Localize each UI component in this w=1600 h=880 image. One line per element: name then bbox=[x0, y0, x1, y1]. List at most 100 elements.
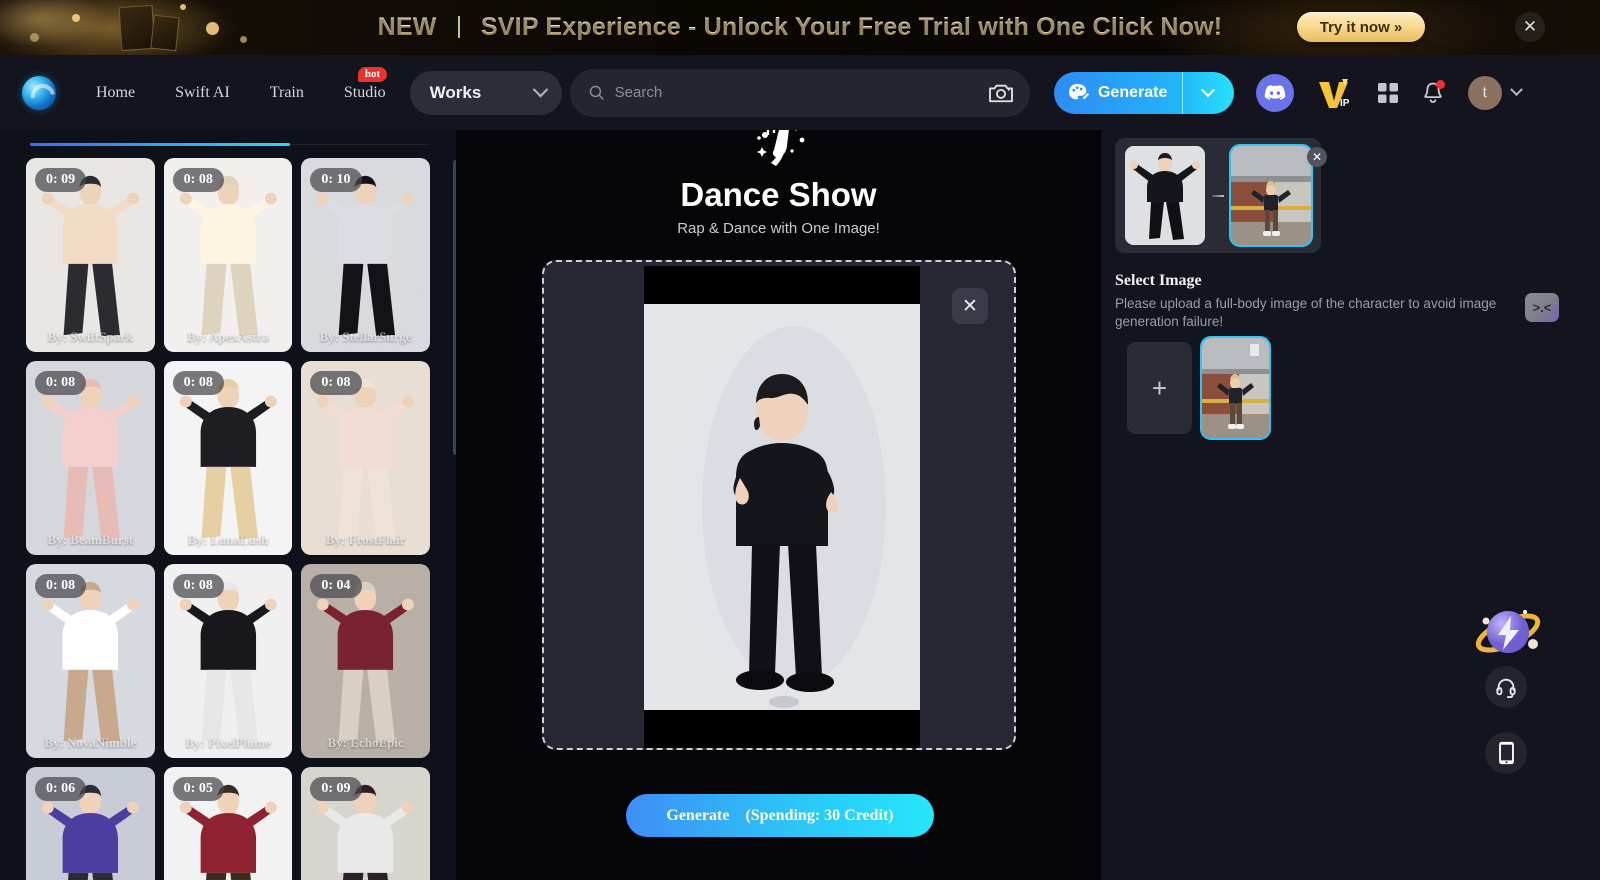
generate-button-label: Generate bbox=[1097, 83, 1168, 101]
search-icon bbox=[589, 85, 604, 100]
image-upload-dropzone[interactable]: ✕ bbox=[542, 260, 1016, 750]
notification-badge-dot bbox=[1435, 79, 1445, 89]
right-settings-panel: ✕ Select Image Please upload a full-body… bbox=[1101, 130, 1600, 880]
tab-progress-indicator bbox=[30, 143, 290, 146]
collapse-panel-icon[interactable]: >.< bbox=[1525, 293, 1559, 322]
gallery-card[interactable]: 0: 09 bbox=[301, 767, 430, 880]
gallery-card[interactable]: 0: 10 By: StellarSurge bbox=[301, 158, 430, 352]
gallery-card-duration: 0: 08 bbox=[310, 371, 362, 395]
banner-decoration bbox=[30, 33, 39, 42]
gallery-card[interactable]: 0: 06 bbox=[26, 767, 155, 880]
uploaded-image-preview bbox=[644, 266, 920, 748]
select-image-title: Select Image bbox=[1115, 272, 1202, 289]
brand-logo-icon[interactable] bbox=[22, 75, 56, 110]
selected-image-preview bbox=[1202, 338, 1269, 438]
gallery-card-author: By: LunaLush bbox=[187, 532, 269, 547]
banner-divider bbox=[457, 16, 460, 38]
apps-grid-button[interactable] bbox=[1376, 81, 1400, 105]
gallery-card[interactable]: 0: 08 By: NovaNimble bbox=[26, 564, 155, 758]
search-input[interactable] bbox=[614, 84, 988, 101]
selected-image-thumbnail[interactable] bbox=[1200, 336, 1271, 440]
banner-text: NEW SVIP Experience - Unlock Your Free T… bbox=[378, 13, 1223, 42]
gallery-card-duration: 0: 06 bbox=[35, 777, 87, 801]
center-panel: Dance Show Rap & Dance with One Image! ✕… bbox=[456, 130, 1101, 880]
reference-source-image bbox=[1125, 146, 1205, 245]
svg-text:IP: IP bbox=[1340, 98, 1350, 109]
chevron-down-icon bbox=[532, 81, 548, 98]
gallery-grid: 0: 09 By: SwiftSpark 0: 08 By: ApexAstra 0: … bbox=[0, 158, 456, 880]
works-dropdown-label: Works bbox=[429, 82, 482, 102]
vip-button[interactable]: IP bbox=[1316, 77, 1354, 109]
banner-try-it-now-button[interactable]: Try it now » bbox=[1297, 12, 1425, 42]
gallery-card[interactable]: 0: 09 By: SwiftSpark bbox=[26, 158, 155, 352]
arrow-right-icon bbox=[1212, 194, 1224, 197]
discord-icon bbox=[1255, 73, 1294, 112]
hot-badge: hot bbox=[357, 66, 388, 82]
banner-decoration bbox=[180, 4, 186, 10]
page-title: Dance Show bbox=[680, 176, 877, 213]
gallery-card[interactable]: 0: 08 By: ApexAstra bbox=[163, 158, 293, 352]
gallery-card-author: By: PixelPlume bbox=[185, 735, 271, 750]
reference-close-icon[interactable]: ✕ bbox=[1307, 147, 1327, 167]
gallery-panel: 0: 09 By: SwiftSpark 0: 08 By: ApexAstra 0: … bbox=[0, 130, 456, 880]
chevron-down-icon[interactable] bbox=[1509, 83, 1523, 97]
nav-link-studio[interactable]: Studio hot bbox=[343, 66, 388, 102]
add-image-button[interactable]: + bbox=[1127, 342, 1192, 434]
discord-button[interactable] bbox=[1255, 73, 1294, 112]
banner-close-icon[interactable]: ✕ bbox=[1515, 12, 1545, 42]
gallery-card[interactable]: 0: 08 By: LunaLush bbox=[163, 361, 293, 555]
works-dropdown[interactable]: Works bbox=[409, 70, 562, 115]
select-image-hint: Please upload a full-body image of the c… bbox=[1115, 296, 1497, 330]
nav-link-train[interactable]: Train bbox=[270, 84, 304, 102]
gallery-card-duration: 0: 08 bbox=[172, 574, 224, 598]
promo-banner: NEW SVIP Experience - Unlock Your Free T… bbox=[0, 0, 1600, 55]
generate-submit-button[interactable]: Generate (Spending: 30 Credit) bbox=[626, 794, 934, 837]
notifications-button[interactable] bbox=[1422, 79, 1445, 105]
nav-link-swift-ai[interactable]: Swift AI bbox=[175, 84, 230, 102]
nav-link-studio-label: Studio bbox=[343, 83, 386, 101]
palette-brush-icon bbox=[1068, 83, 1090, 99]
reference-source-thumbnail[interactable] bbox=[1125, 146, 1205, 245]
gallery-card-author: By: ApexAstra bbox=[187, 329, 269, 344]
gallery-card-duration: 0: 05 bbox=[172, 777, 224, 801]
gallery-card-author: By: StellarSurge bbox=[319, 329, 412, 344]
vip-icon: IP bbox=[1318, 78, 1350, 109]
search-bar[interactable] bbox=[569, 68, 1030, 117]
gallery-card[interactable]: 0: 05 bbox=[163, 767, 293, 880]
page-subtitle: Rap & Dance with One Image! bbox=[677, 220, 880, 237]
gallery-card-duration: 0: 09 bbox=[310, 777, 362, 801]
nav-link-home[interactable]: Home bbox=[96, 84, 135, 102]
generate-dropdown-caret[interactable] bbox=[1181, 71, 1234, 114]
banner-message: SVIP Experience - Unlock Your Free Trial… bbox=[480, 13, 1223, 41]
reference-target-image bbox=[1231, 146, 1311, 245]
banner-decoration bbox=[240, 36, 247, 43]
remove-image-button[interactable]: ✕ bbox=[952, 288, 988, 324]
gallery-card-duration: 0: 09 bbox=[35, 168, 87, 192]
gallery-card-duration: 0: 08 bbox=[172, 371, 224, 395]
gallery-card-author: By: FrostFlair bbox=[325, 532, 406, 547]
user-avatar[interactable]: t bbox=[1467, 75, 1502, 110]
generate-button[interactable]: Generate bbox=[1053, 71, 1182, 114]
gallery-card-author: By: EchoEpic bbox=[327, 735, 404, 750]
planet-lightning-icon[interactable] bbox=[1469, 600, 1547, 666]
chevron-down-icon bbox=[1201, 82, 1216, 97]
top-navigation-bar: Home Swift AI Train Studio hot Works Gen… bbox=[0, 55, 1600, 130]
customer-support-button[interactable] bbox=[1485, 666, 1527, 708]
camera-icon[interactable] bbox=[988, 82, 1014, 104]
discord-glyph bbox=[1264, 85, 1285, 100]
grid-apps-icon bbox=[1377, 82, 1398, 103]
gallery-card-author: By: NovaNimble bbox=[44, 735, 137, 750]
banner-decoration bbox=[150, 14, 180, 52]
gallery-card[interactable]: 0: 04 By: EchoEpic bbox=[301, 564, 430, 758]
reference-target-thumbnail[interactable] bbox=[1229, 144, 1313, 247]
mobile-app-button[interactable] bbox=[1485, 732, 1527, 774]
gallery-card[interactable]: 0: 08 By: BeamBurst bbox=[26, 361, 155, 555]
gallery-card-duration: 0: 08 bbox=[35, 371, 87, 395]
gallery-card[interactable]: 0: 08 By: FrostFlair bbox=[301, 361, 430, 555]
mobile-phone-icon bbox=[1498, 741, 1514, 765]
gallery-card[interactable]: 0: 08 By: PixelPlume bbox=[163, 564, 293, 758]
gallery-card-duration: 0: 08 bbox=[35, 574, 87, 598]
preview-person-image bbox=[644, 266, 920, 748]
reference-pair-strip: ✕ bbox=[1115, 138, 1327, 253]
gallery-card-author: By: SwiftSpark bbox=[47, 329, 134, 344]
